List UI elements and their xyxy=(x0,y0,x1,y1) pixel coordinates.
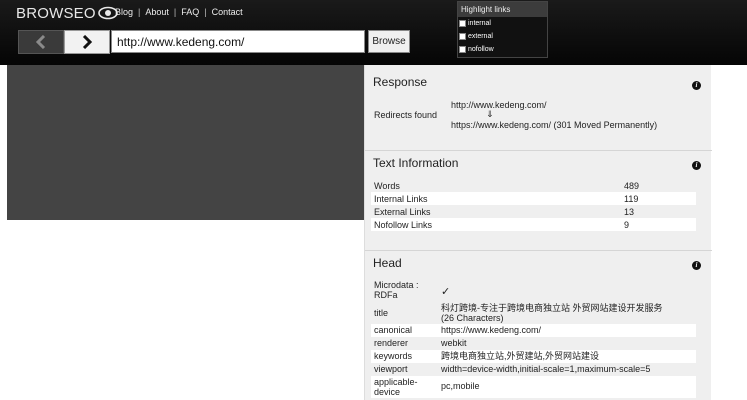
page-preview xyxy=(7,65,364,220)
top-nav: Blog | About | FAQ | Contact xyxy=(115,7,243,17)
nav-contact-link[interactable]: Contact xyxy=(212,7,243,17)
text-info-icon[interactable]: i xyxy=(692,161,701,170)
head-row-microdata: Microdata : RDFa ✓ xyxy=(371,280,696,302)
row-label: keywords xyxy=(374,351,413,361)
nav-about-link[interactable]: About xyxy=(145,7,169,17)
redirects-label: Redirects found xyxy=(374,110,438,120)
forward-button[interactable] xyxy=(64,30,110,54)
head-row-viewport: viewport width=device-width,initial-scal… xyxy=(371,363,696,376)
nofollow-checkbox[interactable] xyxy=(459,46,466,53)
external-checkbox[interactable] xyxy=(459,33,466,40)
divider xyxy=(365,150,712,151)
logo-text: BROWSEO xyxy=(16,4,96,22)
row-value: width=device-width,initial-scale=1,maxim… xyxy=(441,364,651,374)
highlight-links-title: Highlight links xyxy=(458,2,547,17)
text-info-row-nofollow: Nofollow Links 9 xyxy=(371,218,696,231)
text-info-title: Text Information xyxy=(373,156,459,170)
row-label: Microdata : RDFa xyxy=(374,280,419,300)
nofollow-label: nofollow xyxy=(468,46,494,53)
nav-blog-link[interactable]: Blog xyxy=(115,7,133,17)
text-info-row-internal: Internal Links 119 xyxy=(371,192,696,205)
logo[interactable]: BROWSEO xyxy=(16,4,118,22)
highlight-external-option[interactable]: external xyxy=(458,30,547,43)
row-value: 跨境电商独立站,外贸建站,外贸网站建设 xyxy=(441,351,600,361)
response-title: Response xyxy=(373,75,428,89)
row-value: 119 xyxy=(624,193,639,204)
nav-faq-link[interactable]: FAQ xyxy=(181,7,199,17)
row-label: applicable-device xyxy=(374,377,418,397)
back-button[interactable] xyxy=(18,30,64,54)
analysis-panel: Response i Redirects found http://www.ke… xyxy=(364,65,712,400)
row-label: renderer xyxy=(374,338,409,348)
row-value: pc,mobile xyxy=(441,381,480,391)
chevron-right-icon xyxy=(82,35,93,49)
row-value: 489 xyxy=(624,180,640,191)
highlight-links-panel: Highlight links internal external nofoll… xyxy=(457,1,548,58)
head-row-applicable-device: applicable-device pc,mobile xyxy=(371,376,696,398)
internal-label: internal xyxy=(468,20,491,27)
redirect-arrow-icon: ⇓ xyxy=(486,109,494,119)
head-row-renderer: renderer webkit xyxy=(371,337,696,350)
row-value: https://www.kedeng.com/ xyxy=(441,325,542,335)
text-info-row-words: Words 489 xyxy=(371,179,696,192)
head-row-keywords: keywords 跨境电商独立站,外贸建站,外贸网站建设 xyxy=(371,350,696,363)
internal-checkbox[interactable] xyxy=(459,20,466,27)
url-input[interactable] xyxy=(111,30,365,53)
row-value: 科灯跨境-专注于跨境电商独立站 外贸网站建设开发服务 (26 Character… xyxy=(441,303,696,324)
title-value: 科灯跨境-专注于跨境电商独立站 外贸网站建设开发服务 xyxy=(441,303,663,313)
top-bar: BROWSEO Blog | About | FAQ | Contact Bro… xyxy=(0,0,747,65)
highlight-nofollow-option[interactable]: nofollow xyxy=(458,43,547,56)
head-row-title: title 科灯跨境-专注于跨境电商独立站 外贸网站建设开发服务 (26 Cha… xyxy=(371,303,696,324)
text-info-row-external: External Links 13 xyxy=(371,205,696,218)
row-value: 13 xyxy=(624,206,635,217)
redirect-from-url: http://www.kedeng.com/ xyxy=(451,100,547,110)
redirect-to-url: https://www.kedeng.com/ (301 Moved Perma… xyxy=(451,120,658,130)
divider xyxy=(365,250,712,251)
row-value: webkit xyxy=(441,338,467,348)
row-value: 9 xyxy=(624,219,630,230)
title-length: (26 Characters) xyxy=(441,313,504,323)
row-label: viewport xyxy=(374,364,408,374)
highlight-internal-option[interactable]: internal xyxy=(458,17,547,30)
head-row-canonical: canonical https://www.kedeng.com/ xyxy=(371,324,696,337)
browse-button[interactable]: Browse xyxy=(368,30,410,53)
head-title: Head xyxy=(373,256,402,270)
head-info-icon[interactable]: i xyxy=(692,261,701,270)
external-label: external xyxy=(468,33,493,40)
row-label: Internal Links xyxy=(374,193,428,204)
row-label: External Links xyxy=(374,206,431,217)
row-label: title xyxy=(374,308,389,318)
chevron-left-icon xyxy=(35,35,46,49)
row-label: canonical xyxy=(374,325,413,335)
checkmark-icon: ✓ xyxy=(441,286,451,298)
row-label: Nofollow Links xyxy=(374,219,433,230)
response-info-icon[interactable]: i xyxy=(692,81,701,90)
row-label: Words xyxy=(374,180,400,191)
